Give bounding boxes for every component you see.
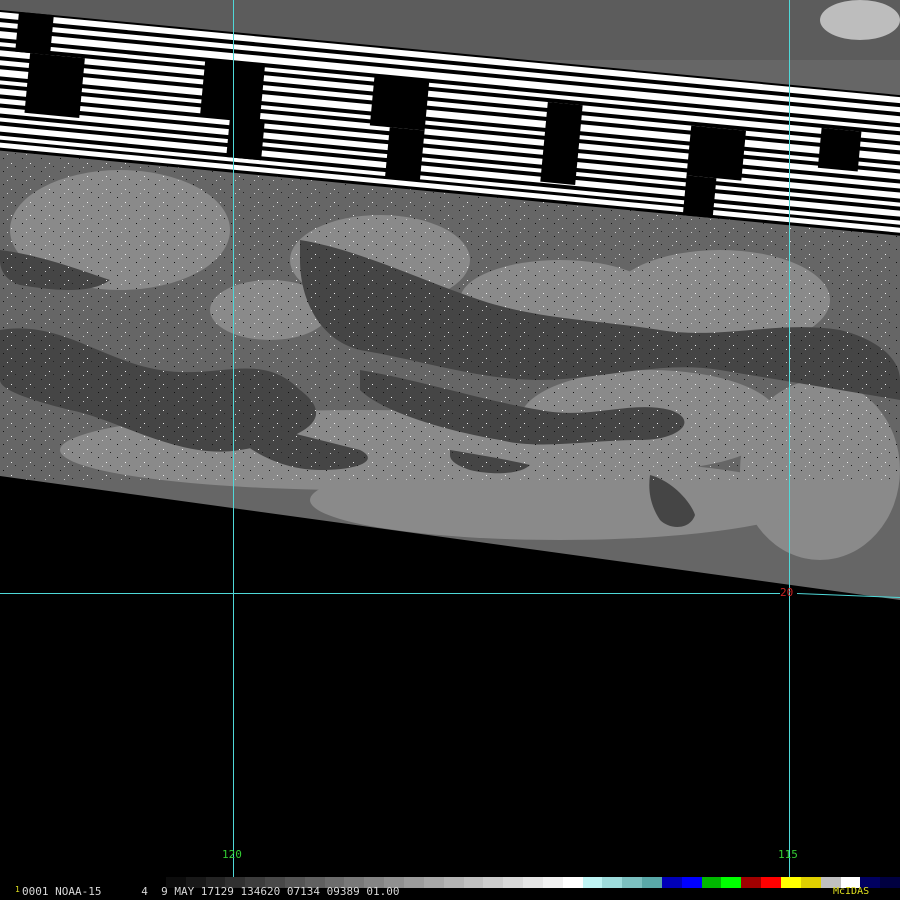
color-bar-swatch [721, 877, 742, 888]
color-bar-swatch [483, 877, 504, 888]
color-bar-swatch [800, 877, 821, 888]
color-bar-swatch [642, 877, 662, 888]
color-bar-swatch [582, 877, 603, 888]
color-bar-swatch [423, 877, 444, 888]
image-info-footer: 1 0001 NOAA-15 4 9 MAY 17129 134620 0713… [0, 877, 900, 900]
color-bar-swatch [463, 877, 484, 888]
color-bar-swatch [880, 877, 900, 888]
color-bar-swatch [681, 877, 702, 888]
color-bar-swatch [701, 877, 722, 888]
color-bar-swatch [602, 877, 623, 888]
longitude-label-115: 115 [778, 848, 798, 861]
color-bar-swatch [761, 877, 781, 888]
swath-imagery [0, 0, 900, 600]
image-caption: 0001 NOAA-15 4 9 MAY 17129 134620 07134 … [22, 885, 400, 898]
color-bar-swatch [781, 877, 801, 888]
frame-number-prefix: 1 [15, 885, 20, 894]
mcidas-brand: McIDAS [833, 886, 870, 897]
color-bar-swatch [741, 877, 762, 888]
color-bar-swatch [622, 877, 643, 888]
color-bar-swatch [661, 877, 682, 888]
longitude-label-120: 120 [222, 848, 242, 861]
color-bar-swatch [562, 877, 583, 888]
color-bar-swatch [523, 877, 543, 888]
color-bar-swatch [443, 877, 464, 888]
color-bar-swatch [503, 877, 524, 888]
latitude-label-20: 20 [780, 586, 794, 599]
color-bar-swatch [542, 877, 563, 888]
color-bar-swatch [403, 877, 424, 888]
satellite-image [0, 0, 900, 877]
